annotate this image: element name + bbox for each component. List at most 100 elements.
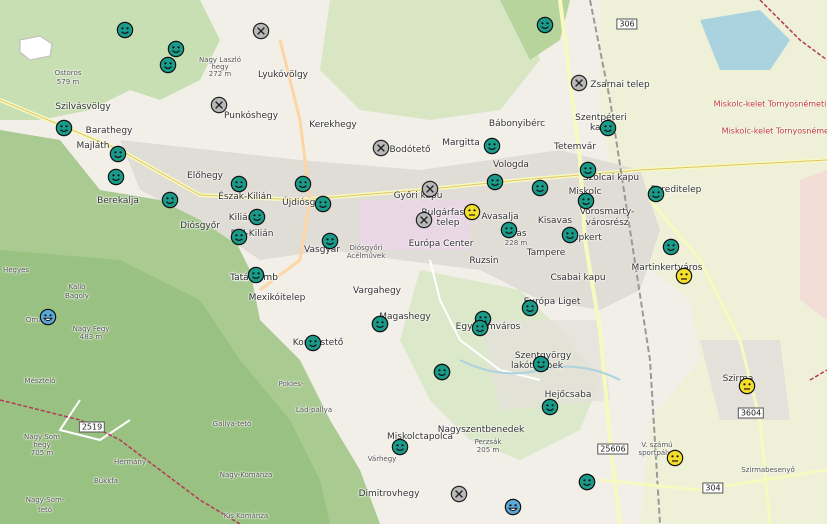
place-label: Barathegy <box>85 126 133 136</box>
place-label: Pokles- <box>278 380 304 388</box>
smiley-marker-icon[interactable] <box>578 473 596 491</box>
place-label: Csabai kapu <box>550 273 606 283</box>
closed-marker-icon[interactable] <box>415 211 433 229</box>
smiley-marker-icon[interactable] <box>531 179 549 197</box>
place-label: Miskolc-kelet Tornyosnémeti <box>721 126 827 136</box>
smiley-marker-icon[interactable] <box>230 175 248 193</box>
map-canvas[interactable]: Ostoros 579 m Nagy Laszló hegy 272 m Szilvásv… <box>0 0 827 524</box>
neutral-face-marker-icon[interactable] <box>666 449 684 467</box>
place-label: Tampere <box>526 248 566 258</box>
place-label: Előhegy <box>187 171 223 181</box>
place-label: Európa Center <box>408 239 474 249</box>
place-label: Tetemvár <box>554 142 596 152</box>
place-label: Nagy Som <box>24 433 60 441</box>
smiley-marker-icon[interactable] <box>561 226 579 244</box>
place-label: V. számú <box>641 441 673 449</box>
place-label: tető <box>37 506 53 514</box>
place-label: Bagoly <box>65 292 89 300</box>
place-label: Hegyes <box>2 266 30 274</box>
smiley-marker-icon[interactable] <box>486 173 504 191</box>
place-label: Vargahegy <box>352 286 402 296</box>
place-label: Szirmabesenyő <box>741 466 795 474</box>
smiley-marker-icon[interactable] <box>247 266 265 284</box>
smiley-marker-icon[interactable] <box>248 208 266 226</box>
smiley-marker-icon[interactable] <box>541 398 559 416</box>
smiley-marker-icon[interactable] <box>662 238 680 256</box>
closed-marker-icon[interactable] <box>450 485 468 503</box>
neutral-face-marker-icon[interactable] <box>675 267 693 285</box>
smiley-marker-icon[interactable] <box>391 438 409 456</box>
place-label: Perzsák <box>474 438 502 446</box>
place-label: 705 m <box>30 449 54 457</box>
road-number-shield: 304 <box>702 482 724 494</box>
place-label: 205 m <box>476 446 500 454</box>
place-label: Nagyszentbenedek <box>437 425 525 435</box>
closed-marker-icon[interactable] <box>372 139 390 157</box>
place-label: Kisavas <box>537 216 573 226</box>
place-label: Diósgyőr <box>180 221 220 231</box>
smiley-marker-icon[interactable] <box>55 119 73 137</box>
map-base-layer <box>0 0 827 524</box>
place-label: Nagy Fegy <box>72 325 110 333</box>
place-label: Nagy-Kománza <box>219 471 273 479</box>
place-label: Vologda <box>493 160 529 170</box>
smiley-marker-icon[interactable] <box>304 334 322 352</box>
place-label: Bodótető <box>389 145 431 155</box>
smiley-marker-icon[interactable] <box>521 299 539 317</box>
smiley-marker-icon[interactable] <box>577 192 595 210</box>
smiley-marker-icon[interactable] <box>107 168 125 186</box>
closed-marker-icon[interactable] <box>570 74 588 92</box>
road-number-shield: 2519 <box>78 421 106 433</box>
place-label: Ostoros <box>54 69 82 77</box>
place-label: 228 m <box>504 239 528 247</box>
smiley-marker-icon[interactable] <box>371 315 389 333</box>
place-label: Miskolc-kelet Tornyosnémeti <box>713 99 827 109</box>
smiley-marker-icon[interactable] <box>321 232 339 250</box>
closed-marker-icon[interactable] <box>210 96 228 114</box>
place-label: Mexikóitelep <box>248 293 306 303</box>
place-label: Avasalja <box>481 212 519 222</box>
smiley-marker-icon[interactable] <box>471 319 489 337</box>
smiley-marker-icon[interactable] <box>433 363 451 381</box>
road-number-shield: 3604 <box>737 407 765 419</box>
smiley-marker-icon[interactable] <box>109 145 127 163</box>
place-label: Acélművek <box>346 252 386 260</box>
smiley-marker-icon[interactable] <box>500 221 518 239</box>
smiley-marker-icon[interactable] <box>599 119 617 137</box>
grin-face-marker-icon[interactable] <box>504 498 522 516</box>
smiley-marker-icon[interactable] <box>294 175 312 193</box>
place-label: 483 m <box>79 333 103 341</box>
neutral-face-marker-icon[interactable] <box>463 203 481 221</box>
smiley-marker-icon[interactable] <box>159 56 177 74</box>
place-label: Diósgyőri <box>349 244 383 252</box>
place-label: hegy <box>33 441 51 449</box>
smiley-marker-icon[interactable] <box>314 195 332 213</box>
place-label: Zsarnai telep <box>590 80 650 90</box>
place-label: Gallya-tető <box>212 420 252 428</box>
place-label: Szilvásvölgy <box>55 102 111 112</box>
place-label: Ruzsin <box>469 256 499 266</box>
neutral-face-marker-icon[interactable] <box>738 377 756 395</box>
smiley-marker-icon[interactable] <box>647 185 665 203</box>
place-label: Észak-Kilián <box>218 192 272 202</box>
smiley-marker-icon[interactable] <box>579 161 597 179</box>
place-label: Hermány <box>113 458 147 466</box>
place-label: telep <box>436 218 460 228</box>
place-label: városrész <box>585 218 629 228</box>
closed-marker-icon[interactable] <box>252 22 270 40</box>
smiley-marker-icon[interactable] <box>483 137 501 155</box>
smiley-marker-icon[interactable] <box>230 228 248 246</box>
place-label: Kis Kománza <box>223 512 269 520</box>
smiley-marker-icon[interactable] <box>532 355 550 373</box>
smiley-marker-icon[interactable] <box>116 21 134 39</box>
closed-marker-icon[interactable] <box>421 180 439 198</box>
smiley-marker-icon[interactable] <box>167 40 185 58</box>
smiley-marker-icon[interactable] <box>161 191 179 209</box>
place-label: Kalló <box>68 283 86 291</box>
place-label: Kerekhegy <box>309 120 357 130</box>
smiley-marker-icon[interactable] <box>536 16 554 34</box>
place-label: Punkóshegy <box>223 111 279 121</box>
grin-face-marker-icon[interactable] <box>39 308 57 326</box>
place-label: Bükkfa <box>93 477 119 485</box>
place-label: Lád-pallya <box>295 406 333 414</box>
